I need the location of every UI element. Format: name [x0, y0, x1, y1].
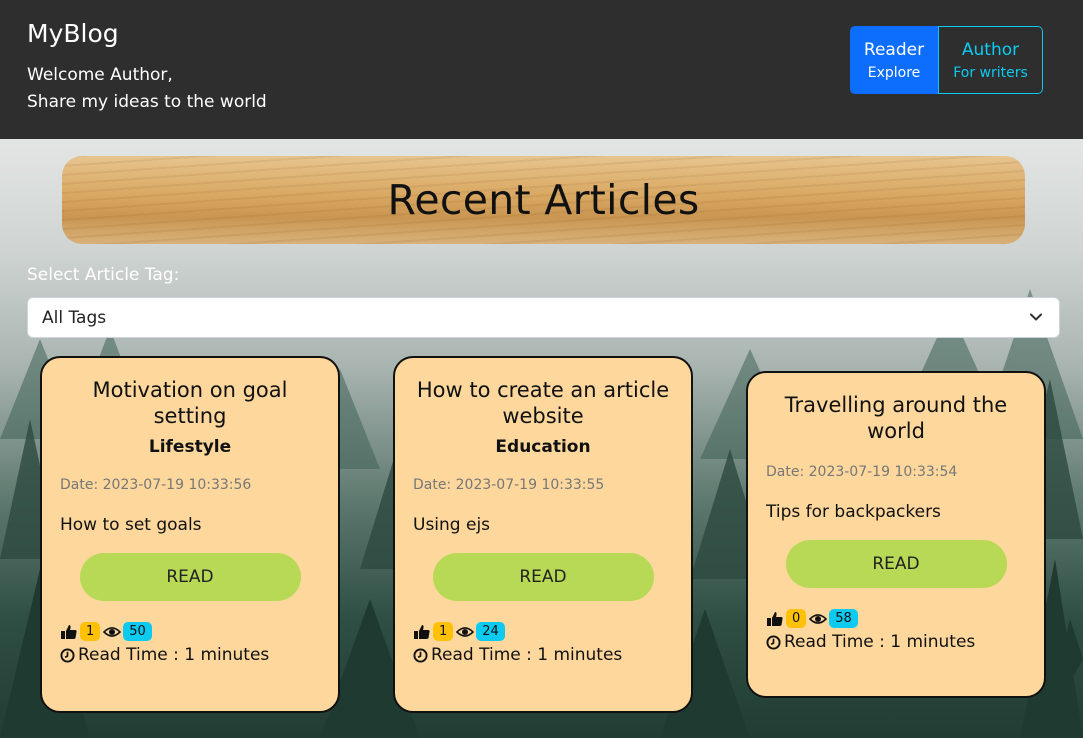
article-date: Date: 2023-07-19 10:33:54: [766, 464, 958, 480]
recent-articles-banner: Recent Articles: [62, 156, 1025, 244]
read-button[interactable]: READ: [79, 553, 301, 601]
article-description: Using ejs: [413, 515, 491, 535]
article-card: Travelling around the world Date: 2023-0…: [746, 371, 1046, 698]
thumbs-up-icon[interactable]: [413, 624, 431, 640]
author-mode-sublabel: For writers: [953, 64, 1028, 81]
welcome-line-1: Welcome Author,: [27, 65, 173, 85]
article-tag: Lifestyle: [148, 437, 232, 457]
reader-mode-sublabel: Explore: [867, 64, 921, 81]
article-description: Tips for backpackers: [766, 502, 941, 522]
eye-icon: [103, 626, 122, 637]
thumbs-up-icon[interactable]: [60, 624, 78, 640]
welcome-text: Welcome Author, Share my ideas to the wo…: [27, 62, 267, 116]
read-time: Read Time : 1 minutes: [766, 632, 1044, 652]
thumbs-up-icon[interactable]: [766, 611, 784, 627]
eye-icon: [809, 613, 828, 624]
article-title: How to create an article website: [416, 378, 670, 428]
brand-logo[interactable]: MyBlog: [27, 19, 119, 48]
likes-badge: 1: [433, 622, 454, 641]
read-time-text: Read Time : 1 minutes: [784, 632, 976, 652]
tag-filter-selected-value: All Tags: [42, 307, 107, 328]
read-time: Read Time : 1 minutes: [413, 645, 691, 665]
tag-filter-select[interactable]: All Tags: [27, 297, 1060, 338]
mode-switch: Reader Explore Author For writers: [850, 26, 1043, 94]
likes-badge: 1: [80, 622, 101, 641]
reader-mode-button[interactable]: Reader Explore: [850, 26, 938, 94]
clock-icon: [60, 647, 75, 663]
read-button[interactable]: READ: [432, 553, 654, 601]
read-time-text: Read Time : 1 minutes: [78, 645, 270, 665]
clock-icon: [766, 634, 781, 650]
article-stats: 0 58: [766, 609, 1044, 628]
clock-icon: [413, 647, 428, 663]
top-navbar: MyBlog Welcome Author, Share my ideas to…: [0, 0, 1083, 139]
reader-mode-label: Reader: [863, 39, 925, 60]
article-card: How to create an article website Educati…: [393, 356, 693, 713]
views-badge: 58: [829, 609, 858, 628]
read-button[interactable]: READ: [785, 540, 1007, 588]
article-date: Date: 2023-07-19 10:33:56: [60, 477, 252, 493]
author-mode-button[interactable]: Author For writers: [938, 26, 1043, 94]
article-stats: 1 24: [413, 622, 691, 641]
article-tag: Education: [495, 437, 591, 457]
chevron-down-icon: [1030, 313, 1042, 321]
page-title: Recent Articles: [387, 176, 700, 224]
likes-badge: 0: [786, 609, 807, 628]
read-time-text: Read Time : 1 minutes: [431, 645, 623, 665]
author-mode-label: Author: [961, 39, 1020, 60]
article-stats: 1 50: [60, 622, 338, 641]
read-time: Read Time : 1 minutes: [60, 645, 338, 665]
eye-icon: [456, 626, 475, 637]
article-title: Travelling around the world: [784, 393, 1008, 443]
article-title: Motivation on goal setting: [92, 378, 288, 428]
views-badge: 50: [123, 622, 152, 641]
views-badge: 24: [476, 622, 505, 641]
article-card: Motivation on goal setting Lifestyle Dat…: [40, 356, 340, 713]
article-description: How to set goals: [60, 515, 202, 535]
welcome-line-2: Share my ideas to the world: [27, 92, 267, 112]
tag-filter-label: Select Article Tag:: [27, 265, 180, 285]
article-date: Date: 2023-07-19 10:33:55: [413, 477, 605, 493]
